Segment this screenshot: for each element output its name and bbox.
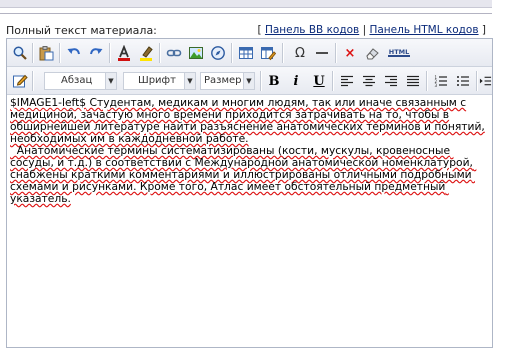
table-edit-icon[interactable] [259,44,277,62]
editor-content[interactable]: $IMAGE1-left$ Студентам, медикам и многи… [10,97,488,205]
align-justify-icon[interactable] [404,72,422,90]
eraser-icon[interactable] [363,44,381,62]
format-select-value: Абзац [61,75,93,86]
toolbar-separator [159,43,161,63]
chevron-down-icon: ▼ [184,73,195,89]
paste-icon[interactable] [37,44,55,62]
indent-icon[interactable] [479,72,492,90]
chevron-down-icon: ▼ [105,73,116,89]
edit-icon[interactable] [11,72,29,90]
link-separator: | [362,24,367,36]
html-panel-link[interactable]: Панель HTML кодов [369,24,478,36]
field-label: Полный текст материала: [6,24,157,37]
toolbar-separator [335,43,337,63]
align-right-icon[interactable] [382,72,400,90]
toolbar-separator [32,43,34,63]
undo-icon[interactable] [65,44,83,62]
bb-panel-link[interactable]: Панель BB кодов [265,24,359,36]
panel-links: [ Панель BB кодов | Панель HTML кодов ] [257,24,486,36]
toolbar-separator [109,43,111,63]
content-paragraph-1: $IMAGE1-left$ Студентам, медикам и многи… [10,97,488,145]
toolbar-separator [32,71,34,91]
remove-format-icon[interactable]: × [341,44,359,62]
size-select-value: Размер [204,75,242,86]
highlight-icon[interactable] [137,44,155,62]
bold-button[interactable]: B [265,72,283,90]
horizontal-rule-icon[interactable] [313,44,331,62]
image-icon[interactable] [187,44,205,62]
redo-icon[interactable] [87,44,105,62]
text-color-icon[interactable] [115,44,133,62]
table-icon[interactable] [237,44,255,62]
chevron-down-icon: ▼ [243,73,254,89]
svg-text:3: 3 [435,83,438,87]
html-icon[interactable]: HTML [387,44,411,62]
label-row: Полный текст материала: [ Панель BB кодо… [6,23,486,39]
underline-button[interactable]: U [310,72,328,90]
omega-icon[interactable]: Ω [291,44,309,62]
top-strip [0,0,492,8]
link-icon[interactable] [165,44,183,62]
align-center-icon[interactable] [360,72,378,90]
navigator-icon[interactable] [209,44,227,62]
toolbar-separator [476,71,478,91]
italic-button[interactable]: i [287,72,305,90]
size-select[interactable]: Размер ▼ [200,72,255,90]
toolbar-separator [59,43,61,63]
toolbar-separator [231,43,233,63]
preview-icon[interactable] [11,44,29,62]
wysiwyg-editor: Ω × HTML Абзац ▼ Шрифт ▼ Размер ▼ B i U … [6,38,493,348]
ordered-list-icon[interactable]: 123 [432,72,450,90]
toolbar-row-2: Абзац ▼ Шрифт ▼ Размер ▼ B i U 123 [7,67,492,95]
bracket-close: ] [481,24,486,36]
font-select-value: Шрифт [138,75,176,86]
divider [0,13,492,15]
toolbar-separator [332,71,334,91]
toolbar-row-1: Ω × HTML [7,39,492,67]
toolbar-separator [426,71,428,91]
content-paragraph-2: Анатомические термины систематизированы … [10,145,488,205]
html-badge-label: HTML [387,47,411,58]
toolbar-separator [260,71,262,91]
format-select[interactable]: Абзац ▼ [44,72,117,90]
toolbar-separator [282,43,284,63]
align-left-icon[interactable] [338,72,356,90]
font-select[interactable]: Шрифт ▼ [123,72,196,90]
unordered-list-icon[interactable] [454,72,472,90]
paragraph-2-text: Анатомические термины систематизированы … [10,144,477,205]
bracket-open: [ [257,24,262,36]
